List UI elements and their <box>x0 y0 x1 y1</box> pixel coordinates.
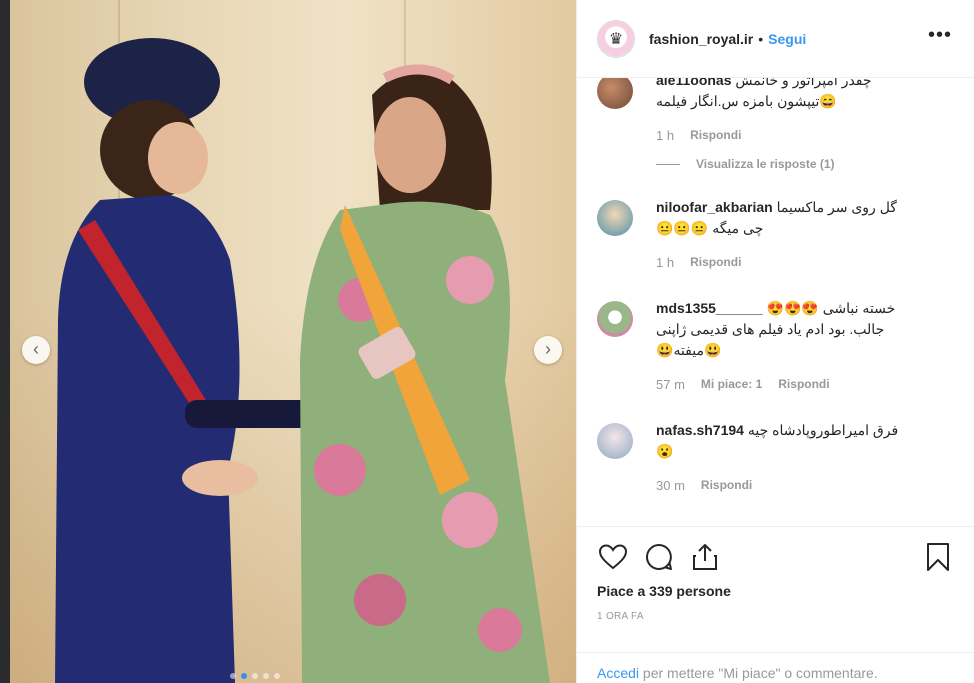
more-options-icon[interactable]: ••• <box>928 24 952 47</box>
share-icon[interactable] <box>689 541 721 573</box>
post-actions: Piace a 339 persone 1 ORA FA <box>577 526 974 622</box>
comment-time[interactable]: 57 m <box>656 377 685 392</box>
carousel-dot <box>274 673 280 679</box>
carousel-dot <box>252 673 258 679</box>
next-photo-button[interactable]: › <box>534 336 562 364</box>
chevron-right-icon: › <box>545 339 551 359</box>
woman-in-blue-figure <box>55 38 317 683</box>
comment-text-line: 😮 <box>656 443 674 459</box>
comment-text: niloofar_akbarian گل روی سر ماکسیما 😐😐😐 … <box>656 197 954 239</box>
comment-avatar[interactable] <box>597 301 633 337</box>
follow-button[interactable]: Segui <box>768 31 806 47</box>
comment-item: ale11oonas چقدر امپراتور و خانمش تیپشون … <box>597 78 954 171</box>
comment-text: nafas.sh7194 فرق امیراطوروپادشاه چیه 😮 <box>656 420 954 462</box>
comment-username[interactable]: ale11oonas <box>656 78 732 88</box>
comment-time[interactable]: 1 h <box>656 128 674 143</box>
comment-time[interactable]: 30 m <box>656 478 685 493</box>
comment-item: nafas.sh7194 فرق امیراطوروپادشاه چیه 😮 3… <box>597 420 954 493</box>
account-avatar[interactable]: ♛ <box>597 19 635 58</box>
reply-button[interactable]: Rispondi <box>690 128 741 143</box>
comment-likes-count[interactable]: Mi piace: 1 <box>701 377 762 392</box>
comment-body: nafas.sh7194 فرق امیراطوروپادشاه چیه 😮 3… <box>656 420 954 493</box>
post-timestamp[interactable]: 1 ORA FA <box>597 611 954 622</box>
comment-text: mds1355______ 😍😍😍 خسته نباشی جالب. بود ا… <box>656 298 954 361</box>
crown-icon: ♛ <box>608 30 624 48</box>
comment-text-line: گل روی سر ماکسیما <box>776 199 897 215</box>
left-page-edge <box>0 0 10 683</box>
carousel-dot <box>230 673 236 679</box>
replies-divider-line <box>656 163 680 165</box>
comment-text-line: 😍😍😍 خسته نباشی <box>766 300 896 316</box>
instagram-post-view: ‹ › ♛ fashion_royal.ir • Segui ••• ale11… <box>0 0 974 683</box>
comment-username[interactable]: mds1355______ <box>656 300 763 316</box>
comment-avatar[interactable] <box>597 200 633 236</box>
comment-body: mds1355______ 😍😍😍 خسته نباشی جالب. بود ا… <box>656 298 954 392</box>
login-prompt-text: per mettere "Mi piace" o commentare. <box>639 665 878 681</box>
likes-count[interactable]: Piace a 339 persone <box>597 583 954 599</box>
comment-avatar[interactable] <box>597 78 633 109</box>
photo-figures <box>55 38 550 683</box>
reply-button[interactable]: Rispondi <box>701 478 752 493</box>
comment-meta: 57 m Mi piace: 1 Rispondi <box>656 377 954 392</box>
reply-button[interactable]: Rispondi <box>778 377 829 392</box>
comment-text-line: چقدر امپراتور و خانمش <box>735 78 872 88</box>
view-replies-label: Visualizza le risposte (1) <box>696 157 835 171</box>
comment-text-line: فرق امیراطوروپادشاه چیه <box>747 422 899 438</box>
comment-text-line: 😐😐😐 چی میگه <box>656 220 764 236</box>
comment-text-line: 😃میفته😃 <box>656 342 722 358</box>
account-username[interactable]: fashion_royal.ir <box>649 31 753 47</box>
comment-text: ale11oonas چقدر امپراتور و خانمش تیپشون … <box>656 78 954 112</box>
comment-meta: 1 h Rispondi <box>656 255 954 270</box>
post-header: ♛ fashion_royal.ir • Segui ••• <box>577 0 974 78</box>
view-replies-button[interactable]: Visualizza le risposte (1) <box>656 157 954 171</box>
woman-in-floral-dress-figure <box>300 64 550 683</box>
previous-photo-button[interactable]: ‹ <box>22 336 50 364</box>
comment-username[interactable]: nafas.sh7194 <box>656 422 744 438</box>
comment-body: niloofar_akbarian گل روی سر ماکسیما 😐😐😐 … <box>656 197 954 270</box>
comments-list[interactable]: ale11oonas چقدر امپراتور و خانمش تیپشون … <box>577 78 974 526</box>
comment-time[interactable]: 1 h <box>656 255 674 270</box>
reply-button[interactable]: Rispondi <box>690 255 741 270</box>
comment-text-line: تیپشون بامزه س.انگار فیلمه😄 <box>656 93 837 109</box>
post-photo[interactable]: ‹ › <box>0 0 576 683</box>
login-link[interactable]: Accedi <box>597 665 639 681</box>
carousel-indicators <box>230 673 280 679</box>
comment-username[interactable]: niloofar_akbarian <box>656 199 773 215</box>
comment-meta: 1 h Rispondi <box>656 128 954 143</box>
comment-body: ale11oonas چقدر امپراتور و خانمش تیپشون … <box>656 78 954 171</box>
comment-text-line: جالب. بود ادم یاد فیلم های قدیمی ژاپنی <box>656 321 885 337</box>
comment-item: niloofar_akbarian گل روی سر ماکسیما 😐😐😐 … <box>597 197 954 270</box>
carousel-dot <box>263 673 269 679</box>
chevron-left-icon: ‹ <box>33 339 39 359</box>
bookmark-icon[interactable] <box>922 541 954 573</box>
carousel-dot-active <box>241 673 247 679</box>
header-separator: • <box>758 30 764 47</box>
action-icons-row <box>597 541 954 573</box>
heart-icon[interactable] <box>597 541 629 573</box>
comment-icon[interactable] <box>643 541 675 573</box>
comment-avatar[interactable] <box>597 423 633 459</box>
post-side-panel: ♛ fashion_royal.ir • Segui ••• ale11oona… <box>576 0 974 683</box>
login-prompt: Accedi per mettere "Mi piace" o commenta… <box>577 652 974 683</box>
comment-meta: 30 m Rispondi <box>656 478 954 493</box>
comment-item: mds1355______ 😍😍😍 خسته نباشی جالب. بود ا… <box>597 298 954 392</box>
